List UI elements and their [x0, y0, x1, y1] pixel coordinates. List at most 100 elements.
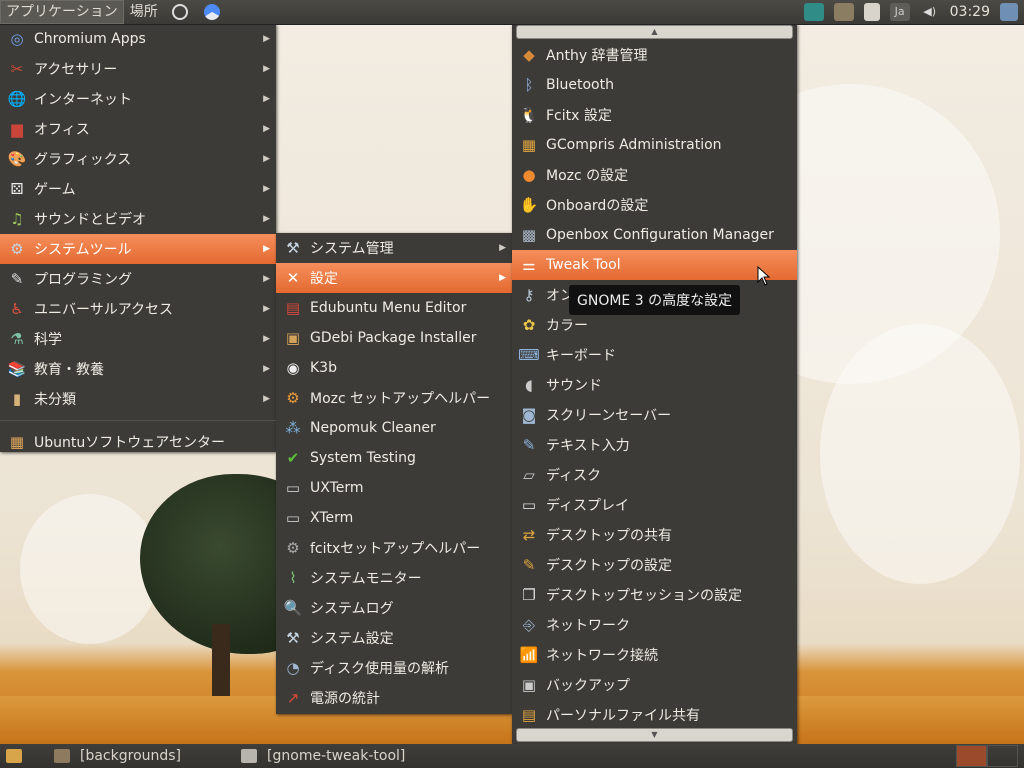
package-icon: ▣ — [285, 329, 301, 347]
menu-item-internet[interactable]: 🌐 インターネット ▶ — [0, 84, 276, 114]
submenu-arrow-icon: ▶ — [263, 64, 270, 74]
menu-item-network[interactable]: ⎆ ネットワーク — [512, 610, 797, 640]
menu-item-system-tools[interactable]: ⚙ システムツール ▶ — [0, 234, 276, 264]
network-connections-icon: 📶 — [519, 646, 539, 664]
menu-item-office[interactable]: ▆ オフィス ▶ — [0, 114, 276, 144]
menu-item-chromium-apps[interactable]: ◎ Chromium Apps ▶ — [0, 24, 276, 54]
volume-icon[interactable]: ◀) — [920, 3, 940, 21]
power-statistics-icon: ↗ — [286, 689, 300, 707]
submenu-arrow-icon: ▶ — [263, 334, 270, 344]
submenu-arrow-icon: ▶ — [263, 124, 270, 134]
submenu-arrow-icon: ▶ — [263, 274, 270, 284]
menu-item-other[interactable]: ▮ 未分類 ▶ — [0, 384, 276, 414]
menu-item-session-settings[interactable]: ❐ デスクトップセッションの設定 — [512, 580, 797, 610]
games-icon: ⚄ — [10, 180, 24, 198]
menu-item-screensaver[interactable]: ◙ スクリーンセーバー — [512, 400, 797, 430]
menu-item-gcompris-admin[interactable]: ▦ GCompris Administration — [512, 130, 797, 160]
taskbar-item-gnome-tweak-tool[interactable]: [gnome-tweak-tool] — [231, 745, 415, 767]
menu-item-graphics[interactable]: 🎨 グラフィックス ▶ — [0, 144, 276, 174]
network-icon: ⎆ — [522, 616, 535, 634]
menu-item-bluetooth[interactable]: ᛒ Bluetooth — [512, 70, 797, 100]
scroll-down-button[interactable]: ▼ — [516, 728, 793, 742]
system-tray: Ja ◀) 03:29 — [803, 3, 1024, 21]
menu-item-tweak-tool[interactable]: ⚌ Tweak Tool — [512, 250, 797, 280]
menu-item-displays[interactable]: ▭ ディスプレイ — [512, 490, 797, 520]
menu-item-power-statistics[interactable]: ↗ 電源の統計 — [276, 683, 512, 713]
accessories-icon: ✂ — [10, 60, 24, 78]
menu-item-administration[interactable]: ⚒ システム管理 ▶ — [276, 233, 512, 263]
menu-item-sound[interactable]: ◖ サウンド — [512, 370, 797, 400]
menu-item-programming[interactable]: ✎ プログラミング ▶ — [0, 264, 276, 294]
checkmark-icon: ✔ — [286, 449, 300, 467]
tweak-tool-icon: ⚌ — [522, 256, 536, 274]
menu-item-games[interactable]: ⚄ ゲーム ▶ — [0, 174, 276, 204]
desktop-sharing-icon: ⇄ — [522, 526, 536, 544]
menu-item-accessories[interactable]: ✂ アクセサリー ▶ — [0, 54, 276, 84]
menu-item-universal-access[interactable]: ♿ ユニバーサルアクセス ▶ — [0, 294, 276, 324]
submenu-arrow-icon: ▶ — [263, 364, 270, 374]
screensaver-icon: ◙ — [521, 406, 537, 424]
menu-item-network-connections[interactable]: 📶 ネットワーク接続 — [512, 640, 797, 670]
preferences-icon: ✕ — [286, 269, 300, 287]
submenu-arrow-icon: ▶ — [263, 184, 270, 194]
workspace-switcher — [956, 745, 1018, 767]
menu-item-backup[interactable]: ▣ バックアップ — [512, 670, 797, 700]
menu-item-disk-usage[interactable]: ◔ ディスク使用量の解析 — [276, 653, 512, 683]
menu-item-gdebi[interactable]: ▣ GDebi Package Installer — [276, 323, 512, 353]
places-menu[interactable]: 場所 — [124, 0, 164, 24]
menu-item-sound-video[interactable]: ♫ サウンドとビデオ ▶ — [0, 204, 276, 234]
dictionary-icon: ◆ — [523, 46, 535, 64]
programming-icon: ✎ — [10, 270, 24, 288]
software-center-icon: ▦ — [9, 433, 25, 451]
menu-item-personal-file-sharing[interactable]: ▤ パーソナルファイル共有 — [512, 700, 797, 730]
user-menu-icon[interactable] — [1000, 3, 1018, 21]
menu-item-k3b[interactable]: ◉ K3b — [276, 353, 512, 383]
menu-item-fcitx-setup[interactable]: ⚙ fcitxセットアップヘルパー — [276, 533, 512, 563]
menu-item-system-monitor[interactable]: ⌇ システムモニター — [276, 563, 512, 593]
menu-item-openbox-config[interactable]: ▩ Openbox Configuration Manager — [512, 220, 797, 250]
menu-item-software-center[interactable]: ▦ Ubuntuソフトウェアセンター — [0, 427, 276, 457]
menu-item-text-entry[interactable]: ✎ テキスト入力 — [512, 430, 797, 460]
screen-icon[interactable] — [863, 3, 880, 21]
menu-item-disks[interactable]: ▱ ディスク — [512, 460, 797, 490]
menu-item-keyboard[interactable]: ⌨ キーボード — [512, 340, 797, 370]
network-icon[interactable] — [803, 3, 824, 21]
menu-item-system-settings[interactable]: ⚒ システム設定 — [276, 623, 512, 653]
menu-item-preferences[interactable]: ✕ 設定 ▶ — [276, 263, 512, 293]
menu-item-science[interactable]: ⚗ 科学 ▶ — [0, 324, 276, 354]
menu-item-desktop-settings[interactable]: ✎ デスクトップの設定 — [512, 550, 797, 580]
menu-item-nepomuk-cleaner[interactable]: ⁂ Nepomuk Cleaner — [276, 413, 512, 443]
workspace-2[interactable] — [987, 745, 1018, 767]
menu-item-education[interactable]: 📚 教育・教養 ▶ — [0, 354, 276, 384]
menu-item-anthy-dictionary[interactable]: ◆ Anthy 辞書管理 — [512, 40, 797, 70]
terminal-launcher-icon[interactable] — [170, 2, 190, 22]
chromium-launcher-icon[interactable] — [202, 2, 222, 22]
submenu-arrow-icon: ▶ — [263, 34, 270, 44]
menu-item-mozc-settings[interactable]: ● Mozc の設定 — [512, 160, 797, 190]
menu-item-system-log[interactable]: 🔍 システムログ — [276, 593, 512, 623]
menu-item-mozc-setup[interactable]: ⚙ Mozc セットアップヘルパー — [276, 383, 512, 413]
mouse-pointer-icon — [757, 266, 771, 286]
menu-item-desktop-sharing[interactable]: ⇄ デスクトップの共有 — [512, 520, 797, 550]
menu-item-fcitx-settings[interactable]: 🐧 Fcitx 設定 — [512, 100, 797, 130]
gear-icon: ⚙ — [286, 539, 300, 557]
terminal-icon: ▭ — [285, 479, 301, 497]
submenu-arrow-icon: ▶ — [263, 154, 270, 164]
clipboard-icon[interactable] — [833, 3, 854, 21]
menu-item-xterm[interactable]: ▭ XTerm — [276, 503, 512, 533]
disc-icon: ◉ — [286, 359, 300, 377]
input-method-indicator[interactable]: Ja — [889, 3, 910, 21]
menu-item-uxterm[interactable]: ▭ UXTerm — [276, 473, 512, 503]
clock[interactable]: 03:29 — [950, 4, 990, 20]
applications-menu[interactable]: アプリケーション — [0, 0, 124, 24]
keyboard-icon: ⌨ — [518, 346, 540, 364]
menu-item-edubuntu-menu-editor[interactable]: ▤ Edubuntu Menu Editor — [276, 293, 512, 323]
submenu-arrow-icon: ▶ — [263, 214, 270, 224]
window-icon — [241, 749, 258, 763]
menu-item-onboard-settings[interactable]: ✋ Onboardの設定 — [512, 190, 797, 220]
taskbar-item-backgrounds[interactable]: [backgrounds] — [44, 745, 191, 767]
menu-item-system-testing[interactable]: ✔ System Testing — [276, 443, 512, 473]
scroll-up-button[interactable]: ▲ — [516, 25, 793, 39]
show-desktop-button[interactable] — [0, 745, 28, 767]
workspace-1[interactable] — [956, 745, 987, 767]
